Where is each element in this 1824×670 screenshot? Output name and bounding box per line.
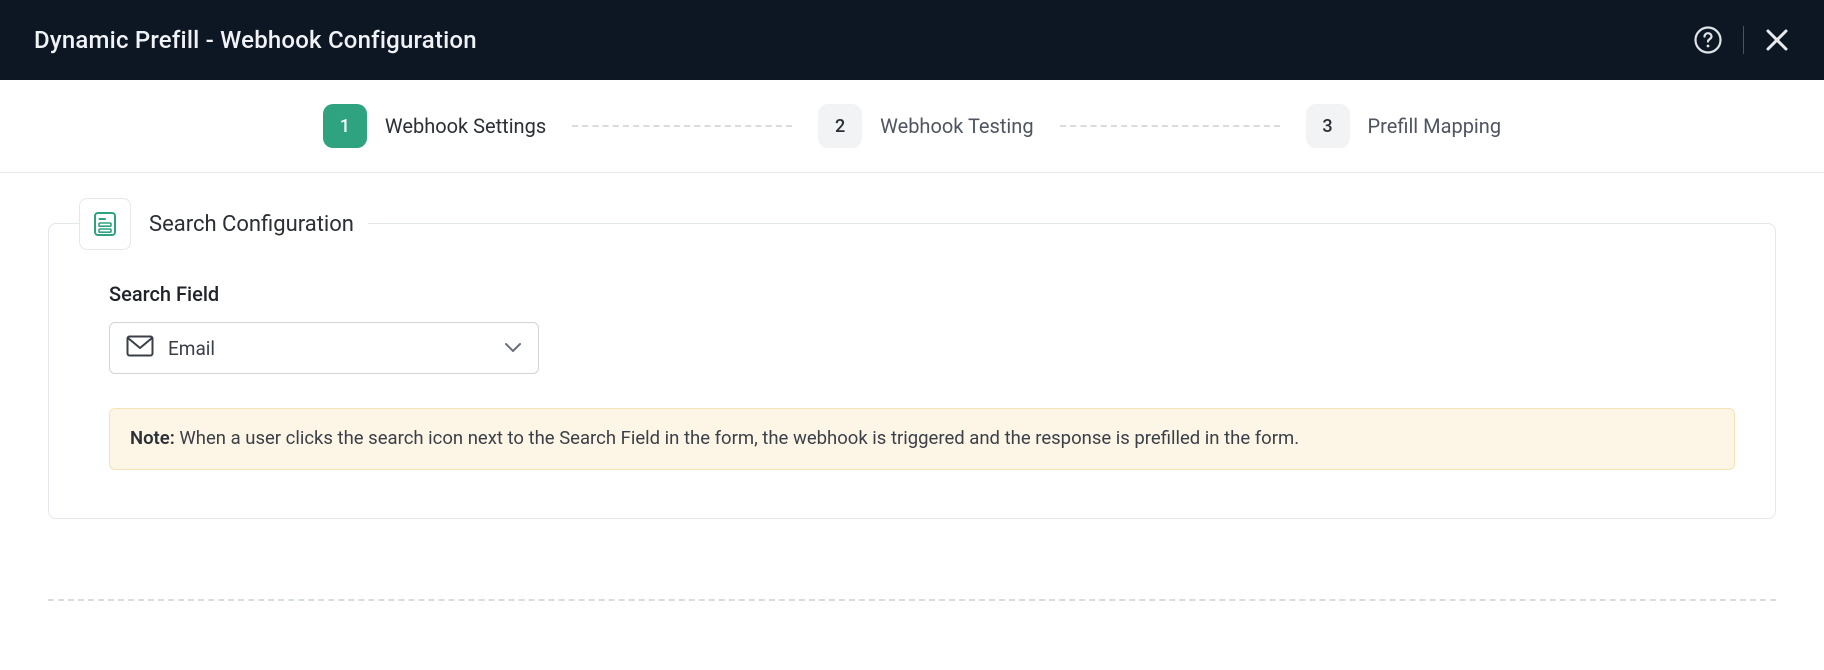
close-icon[interactable] [1764,27,1790,53]
step-label: Prefill Mapping [1368,114,1502,138]
search-field-label: Search Field [109,282,1735,306]
header-divider [1743,26,1744,54]
select-value: Email [168,337,490,360]
panel-title: Search Configuration [149,212,354,237]
email-icon [126,335,154,361]
step-label: Webhook Testing [880,114,1033,138]
header-actions [1693,25,1790,55]
note-label: Note: [130,427,175,449]
note-box: Note: When a user clicks the search icon… [109,408,1735,470]
step-number: 1 [323,104,367,148]
search-configuration-panel: Search Configuration Search Field Email [48,223,1776,519]
stepper: 1 Webhook Settings 2 Webhook Testing 3 P… [0,80,1824,173]
note-text: When a user clicks the search icon next … [175,427,1299,449]
step-prefill-mapping[interactable]: 3 Prefill Mapping [1306,104,1502,148]
chevron-down-icon [504,339,522,358]
step-webhook-testing[interactable]: 2 Webhook Testing [818,104,1033,148]
search-field-block: Search Field Email [109,282,1735,374]
bottom-divider [48,599,1776,601]
panel-header: Search Configuration [79,198,368,250]
search-field-select[interactable]: Email [109,322,539,374]
step-connector [1060,125,1280,127]
step-number: 3 [1306,104,1350,148]
help-icon[interactable] [1693,25,1723,55]
step-label: Webhook Settings [385,114,546,138]
step-webhook-settings[interactable]: 1 Webhook Settings [323,104,546,148]
page-body: Search Configuration Search Field Email [0,173,1824,559]
dialog-header: Dynamic Prefill - Webhook Configuration [0,0,1824,80]
dialog-title: Dynamic Prefill - Webhook Configuration [34,26,477,54]
step-number: 2 [818,104,862,148]
step-connector [572,125,792,127]
form-icon [79,198,131,250]
